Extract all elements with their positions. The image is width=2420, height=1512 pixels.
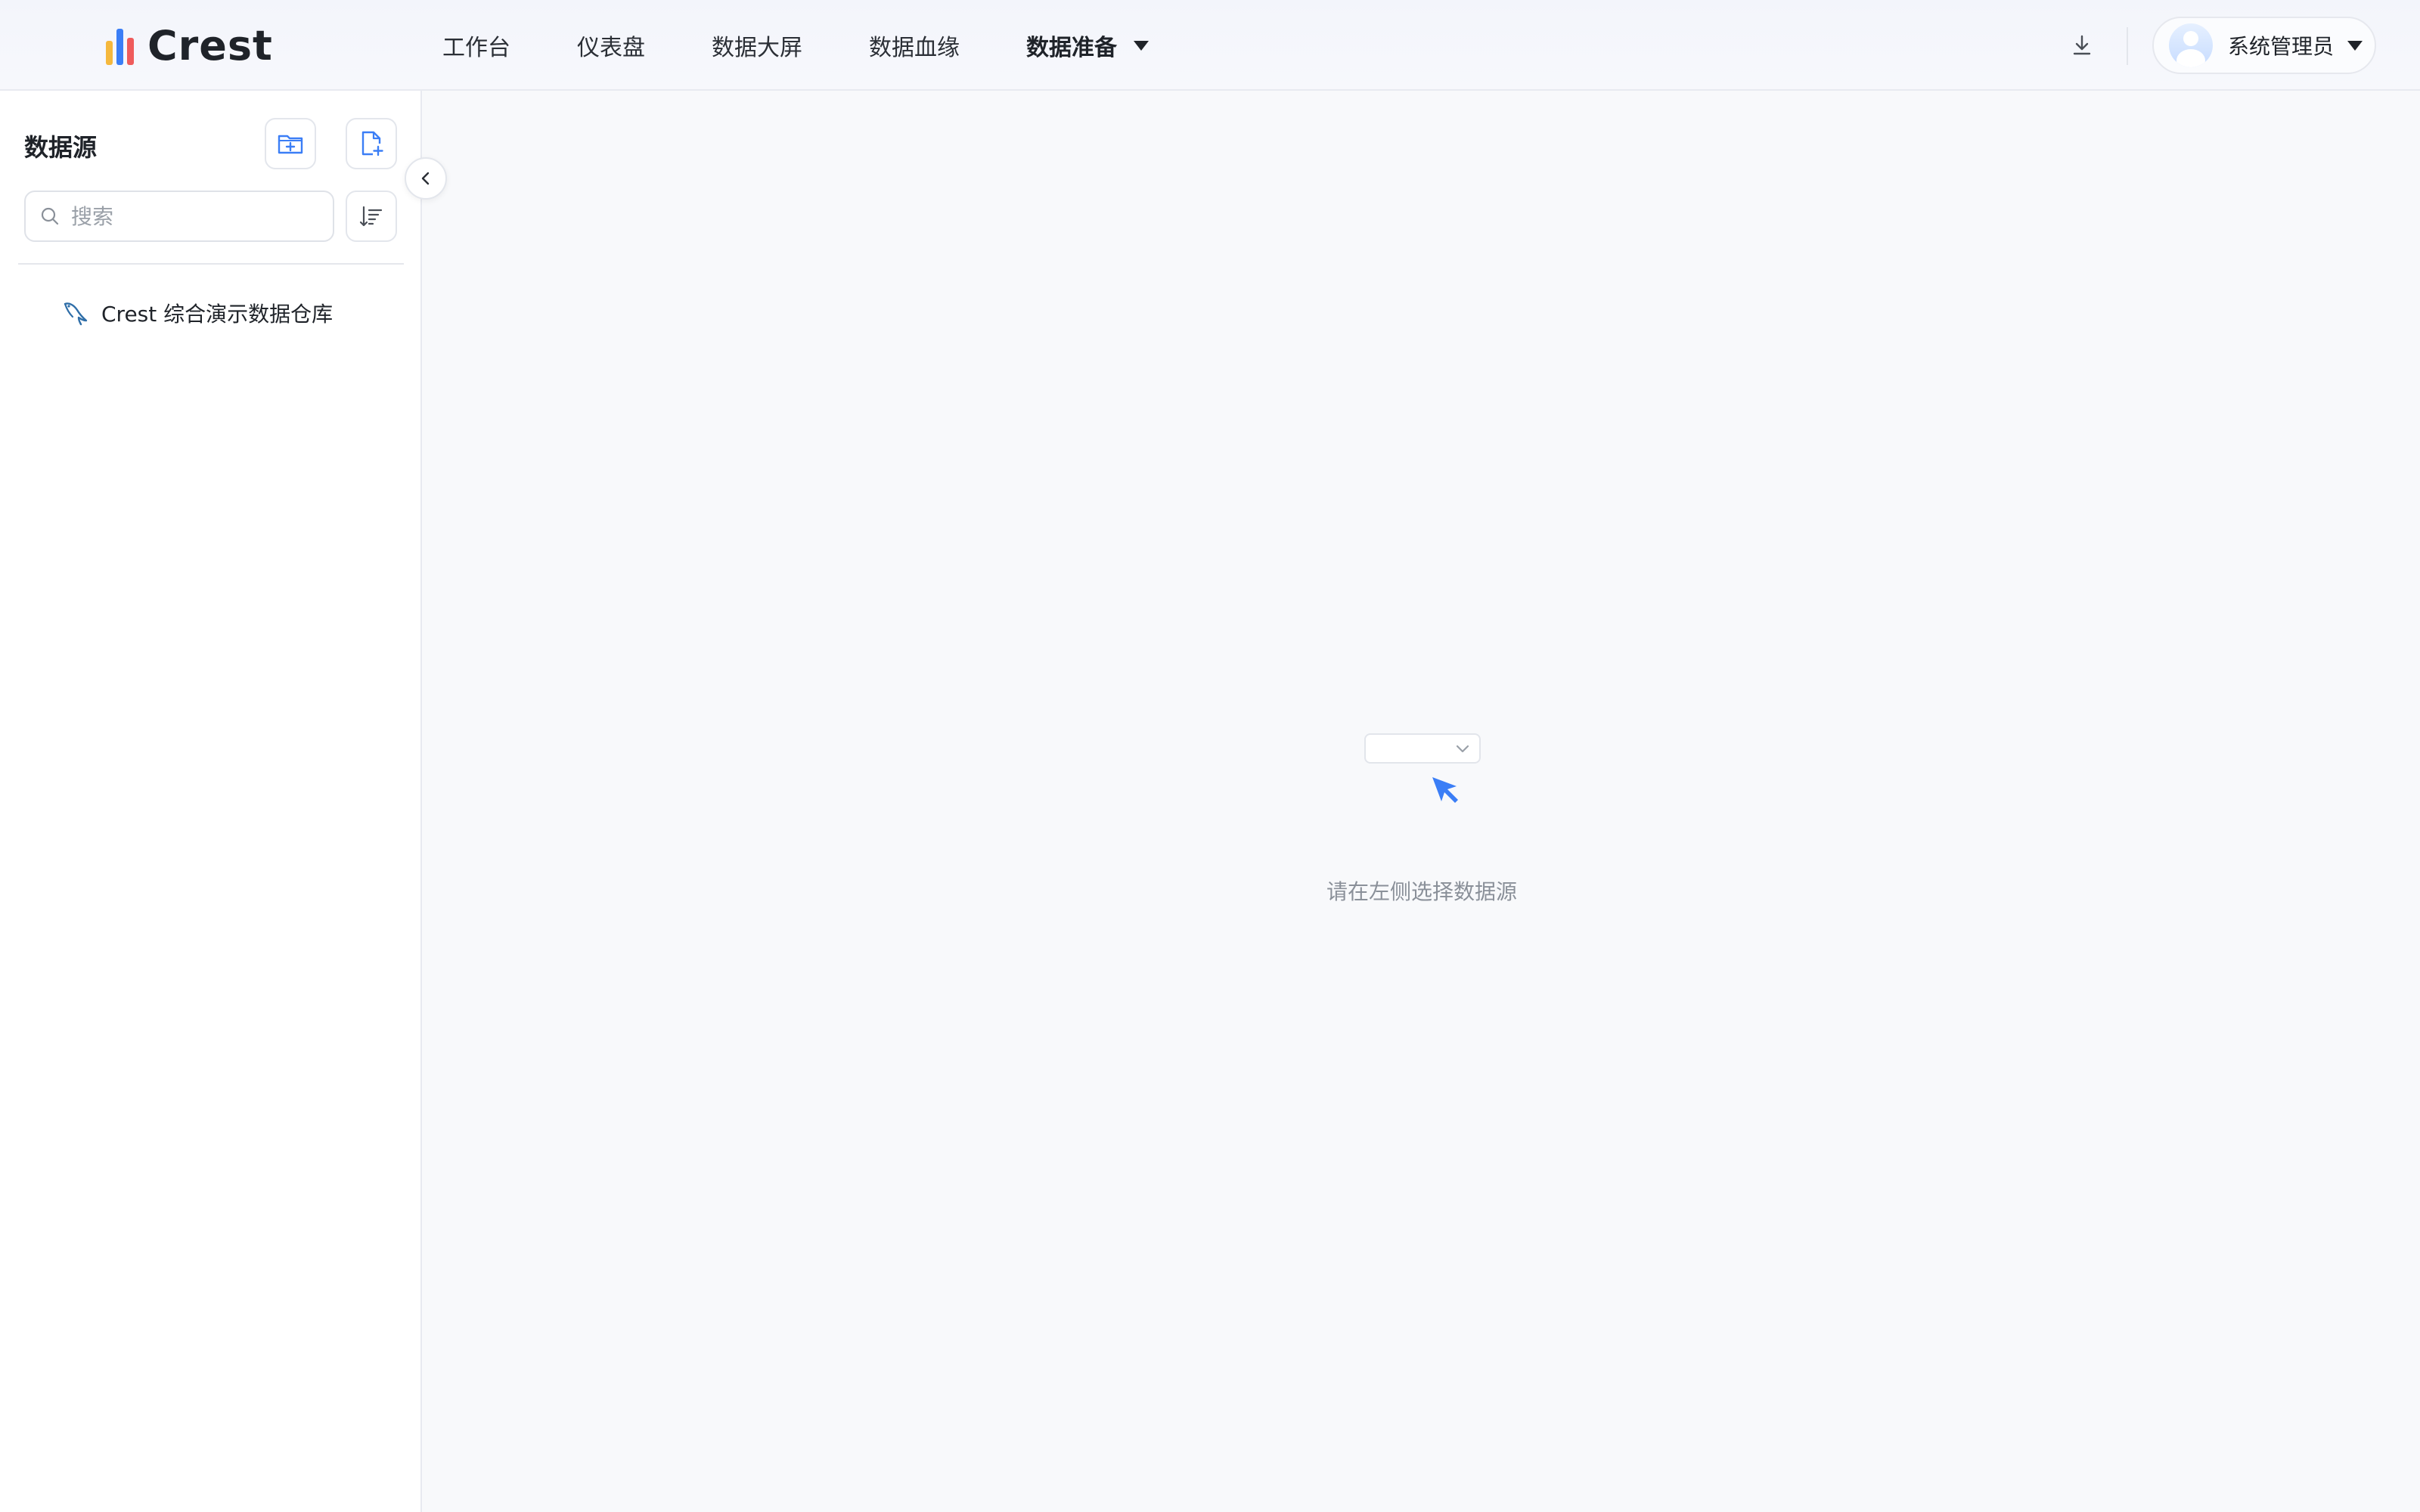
header-divider <box>2127 27 2128 65</box>
mysql-icon <box>64 302 88 326</box>
chevron-left-icon <box>421 172 430 185</box>
nav-item-dashboard[interactable]: 仪表盘 <box>577 29 645 62</box>
caret-down-icon <box>2347 40 2363 51</box>
nav-item-data-prep[interactable]: 数据准备 <box>1026 29 1149 62</box>
top-header: Crest 工作台 仪表盘 数据大屏 数据血缘 数据准备 系统管理员 <box>0 0 2420 91</box>
sidebar-divider <box>18 263 404 265</box>
collapse-sidebar-button[interactable] <box>405 157 447 200</box>
sort-button[interactable] <box>346 191 397 242</box>
search-input[interactable] <box>71 203 313 229</box>
folder-add-icon <box>278 135 303 154</box>
sidebar-title: 数据源 <box>24 133 98 162</box>
app-logo[interactable]: Crest <box>106 21 273 70</box>
tree-item-datasource[interactable]: Crest 综合演示数据仓库 <box>60 293 333 333</box>
chevron-down-icon <box>1456 745 1469 753</box>
empty-state: 请在左侧选择数据源 <box>1270 726 1573 907</box>
user-name: 系统管理员 <box>2228 34 2335 59</box>
logo-bars-icon <box>106 26 134 65</box>
download-icon[interactable] <box>2069 33 2095 58</box>
sidebar: 数据源 Crest 综合演示数 <box>0 91 422 1512</box>
search-field[interactable] <box>24 191 334 242</box>
add-folder-button[interactable] <box>265 118 316 169</box>
search-icon <box>41 207 59 225</box>
app-name: Crest <box>147 21 273 70</box>
nav-item-workbench[interactable]: 工作台 <box>442 29 510 62</box>
avatar <box>2169 23 2213 67</box>
nav-item-data-prep-label: 数据准备 <box>1026 35 1117 61</box>
empty-state-message: 请在左侧选择数据源 <box>1326 879 1517 904</box>
file-add-icon <box>361 131 383 156</box>
cursor-pointer-icon <box>1432 777 1458 803</box>
caret-down-icon <box>1134 40 1149 51</box>
nav-item-big-screen[interactable]: 数据大屏 <box>712 29 802 62</box>
add-file-button[interactable] <box>346 118 397 169</box>
main-nav: 工作台 仪表盘 数据大屏 数据血缘 数据准备 <box>442 0 1215 91</box>
user-menu[interactable]: 系统管理员 <box>2152 17 2376 74</box>
tree-item-label: Crest 综合演示数据仓库 <box>101 302 334 327</box>
empty-select-illustration <box>1364 733 1481 764</box>
nav-item-data-lineage[interactable]: 数据血缘 <box>869 29 960 62</box>
sort-icon <box>359 206 383 227</box>
